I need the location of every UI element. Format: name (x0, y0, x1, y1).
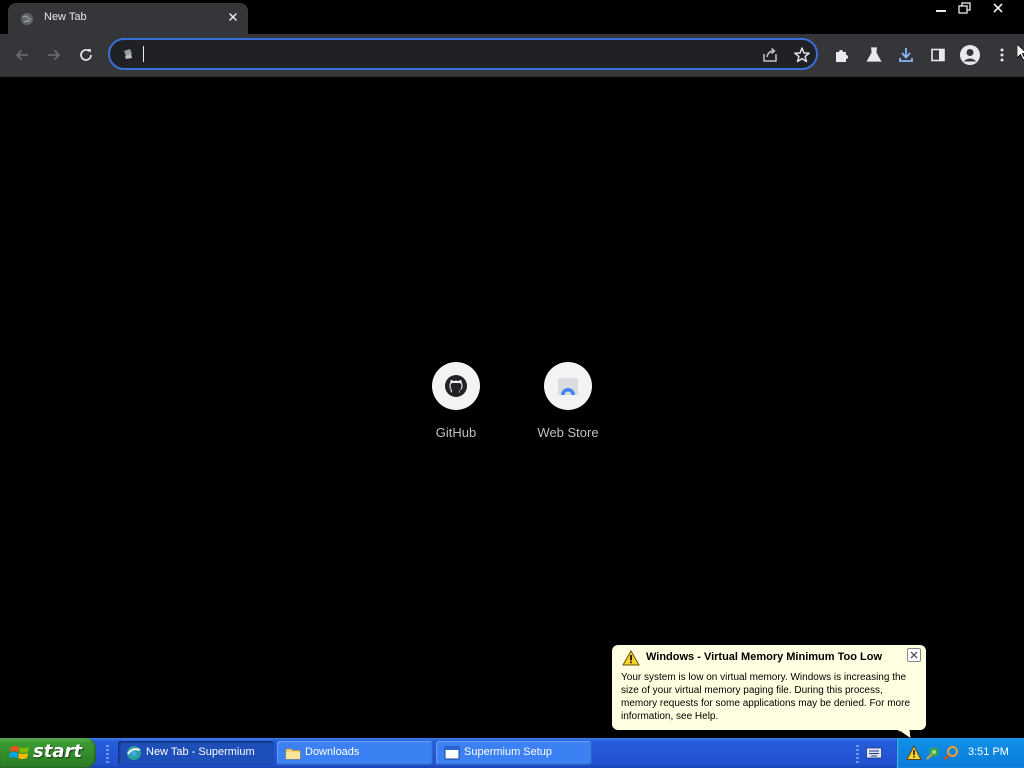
task-label: Downloads (305, 746, 360, 758)
close-icon[interactable] (985, 0, 1011, 18)
shortcut-label: GitHub (435, 425, 477, 440)
back-arrow-icon (15, 49, 28, 61)
task-supermium-setup[interactable]: Supermium Setup (436, 741, 592, 765)
search-icon[interactable] (943, 745, 959, 761)
profile-button[interactable] (958, 43, 982, 67)
share-icon[interactable] (761, 46, 779, 64)
star-icon[interactable] (793, 46, 811, 64)
labs-button[interactable] (862, 43, 886, 67)
tab-new-tab[interactable]: New Tab (8, 3, 248, 34)
shortcut-tile (432, 362, 480, 410)
forward-arrow-icon (48, 49, 61, 61)
menu-button[interactable] (990, 43, 1014, 67)
shortcut-tile (544, 362, 592, 410)
github-icon (445, 375, 467, 397)
shortcut-github[interactable]: GitHub (401, 362, 511, 440)
address-input[interactable] (142, 43, 746, 67)
globe-icon (21, 13, 33, 25)
back-button[interactable] (10, 43, 34, 67)
taskbar: start New Tab - Supermium Downloads Supe… (0, 738, 1024, 768)
balloon-title: Windows - Virtual Memory Minimum Too Low (646, 651, 882, 663)
taskbar-clock[interactable]: 3:51 PM (968, 746, 1009, 758)
taskbar-grip[interactable] (856, 745, 859, 763)
window-icon (444, 746, 460, 760)
supermium-icon (127, 746, 141, 760)
download-button[interactable] (894, 43, 918, 67)
task-label: Supermium Setup (464, 746, 553, 758)
web-store-icon (558, 378, 578, 395)
browser-toolbar (0, 34, 1024, 77)
task-new-tab-supermium[interactable]: New Tab - Supermium (118, 741, 274, 765)
warning-icon (622, 650, 640, 666)
shortcut-label: Web Store (537, 425, 599, 440)
labs-flask-icon (866, 47, 882, 62)
start-button[interactable]: start (0, 738, 96, 768)
reload-icon (80, 49, 92, 61)
tab-close-icon[interactable] (225, 9, 241, 25)
extensions-icon (836, 50, 848, 62)
side-panel-icon (931, 48, 945, 62)
notification-balloon[interactable]: Windows - Virtual Memory Minimum Too Low… (611, 644, 927, 731)
download-icon (899, 48, 913, 62)
network-icon[interactable] (925, 745, 941, 761)
windows-flag-icon (9, 746, 29, 759)
taskbar-grip[interactable] (106, 745, 109, 763)
menu-kebab-icon (1000, 48, 1004, 62)
system-tray: 3:51 PM (896, 738, 1024, 768)
keyboard-icon[interactable] (866, 747, 882, 759)
folder-icon (285, 748, 301, 760)
reload-button[interactable] (74, 43, 98, 67)
text-caret (143, 46, 144, 62)
shortcut-web-store[interactable]: Web Store (513, 362, 623, 440)
mouse-cursor-icon (1017, 44, 1024, 61)
browser-titlebar: New Tab (0, 0, 1024, 34)
minimize-icon[interactable] (928, 0, 954, 18)
balloon-close-button[interactable] (907, 648, 921, 662)
task-label: New Tab - Supermium (146, 746, 255, 758)
profile-avatar-icon (960, 45, 980, 65)
restore-icon[interactable] (952, 0, 978, 18)
extensions-button[interactable] (830, 43, 854, 67)
tab-title: New Tab (44, 11, 87, 23)
start-label: start (33, 741, 82, 762)
site-info-icon[interactable] (121, 47, 135, 61)
close-icon (910, 651, 918, 659)
side-panel-button[interactable] (926, 43, 950, 67)
balloon-message: Your system is low on virtual memory. Wi… (621, 672, 911, 722)
forward-button[interactable] (42, 43, 66, 67)
address-bar[interactable] (108, 38, 818, 70)
task-downloads[interactable]: Downloads (277, 741, 433, 765)
warning-icon[interactable] (906, 745, 922, 761)
